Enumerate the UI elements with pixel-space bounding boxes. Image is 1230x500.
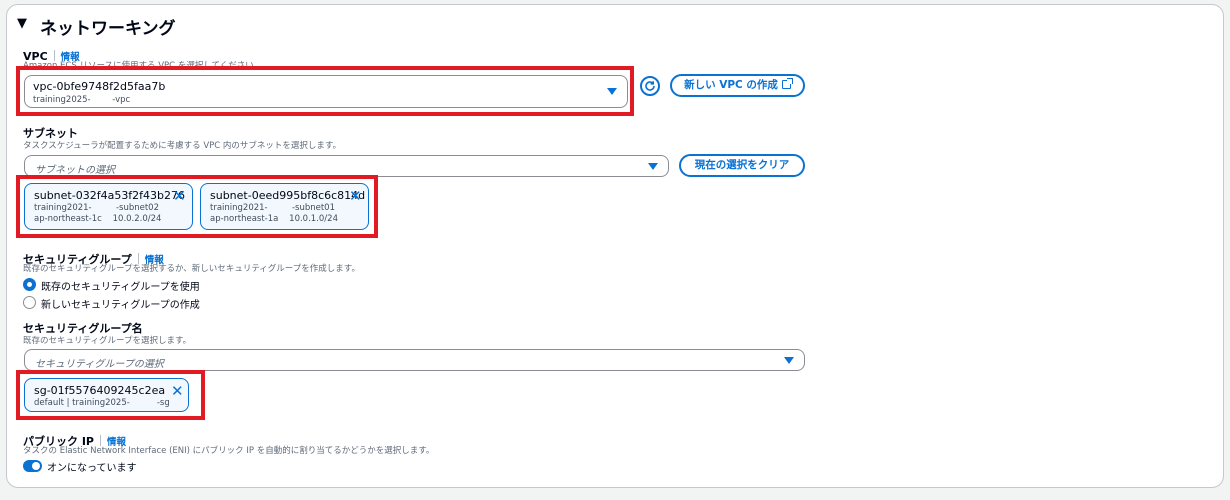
sg-select[interactable]: セキュリティグループの選択 bbox=[24, 349, 805, 371]
subnet-description: タスクスケジューラが配置するために考慮する VPC 内のサブネットを選択します。 bbox=[23, 141, 342, 151]
sg-placeholder: セキュリティグループの選択 bbox=[35, 359, 164, 370]
public-ip-toggle-label: オンになっています bbox=[47, 463, 137, 474]
sg-name-description: 既存のセキュリティグループを選択します。 bbox=[23, 336, 192, 346]
sg-dropdown-icon bbox=[784, 357, 794, 364]
radio-new-sg-label[interactable]: 新しいセキュリティグループの作成 bbox=[41, 296, 200, 311]
public-ip-description: タスクの Elastic Network Interface (ENI) にパブ… bbox=[23, 446, 435, 456]
radio-existing-sg[interactable] bbox=[23, 278, 36, 291]
sg-description: 既存のセキュリティグループを選択するか、新しいセキュリティグループを作成します。 bbox=[23, 264, 360, 274]
highlight-vpc bbox=[16, 66, 634, 116]
subnet-placeholder: サブネットの選択 bbox=[35, 165, 115, 176]
public-ip-toggle[interactable] bbox=[23, 460, 42, 472]
refresh-icon[interactable] bbox=[640, 76, 660, 96]
clear-selection-button[interactable]: 現在の選択をクリア bbox=[679, 154, 805, 177]
highlight-security-group bbox=[16, 370, 205, 420]
highlight-subnets bbox=[16, 175, 378, 238]
section-title[interactable]: ネットワーキング bbox=[40, 14, 176, 39]
create-vpc-label: 新しい VPC の作成 bbox=[684, 79, 778, 91]
collapse-caret-icon[interactable]: ▼ bbox=[17, 16, 27, 31]
radio-existing-sg-label[interactable]: 既存のセキュリティグループを使用 bbox=[41, 278, 200, 293]
external-link-icon bbox=[781, 78, 793, 89]
create-vpc-button[interactable]: 新しい VPC の作成 bbox=[670, 74, 805, 97]
subnet-select[interactable]: サブネットの選択 bbox=[24, 155, 669, 177]
subnet-dropdown-icon bbox=[648, 163, 658, 170]
radio-new-sg[interactable] bbox=[23, 296, 36, 309]
toggle-knob bbox=[32, 462, 40, 470]
